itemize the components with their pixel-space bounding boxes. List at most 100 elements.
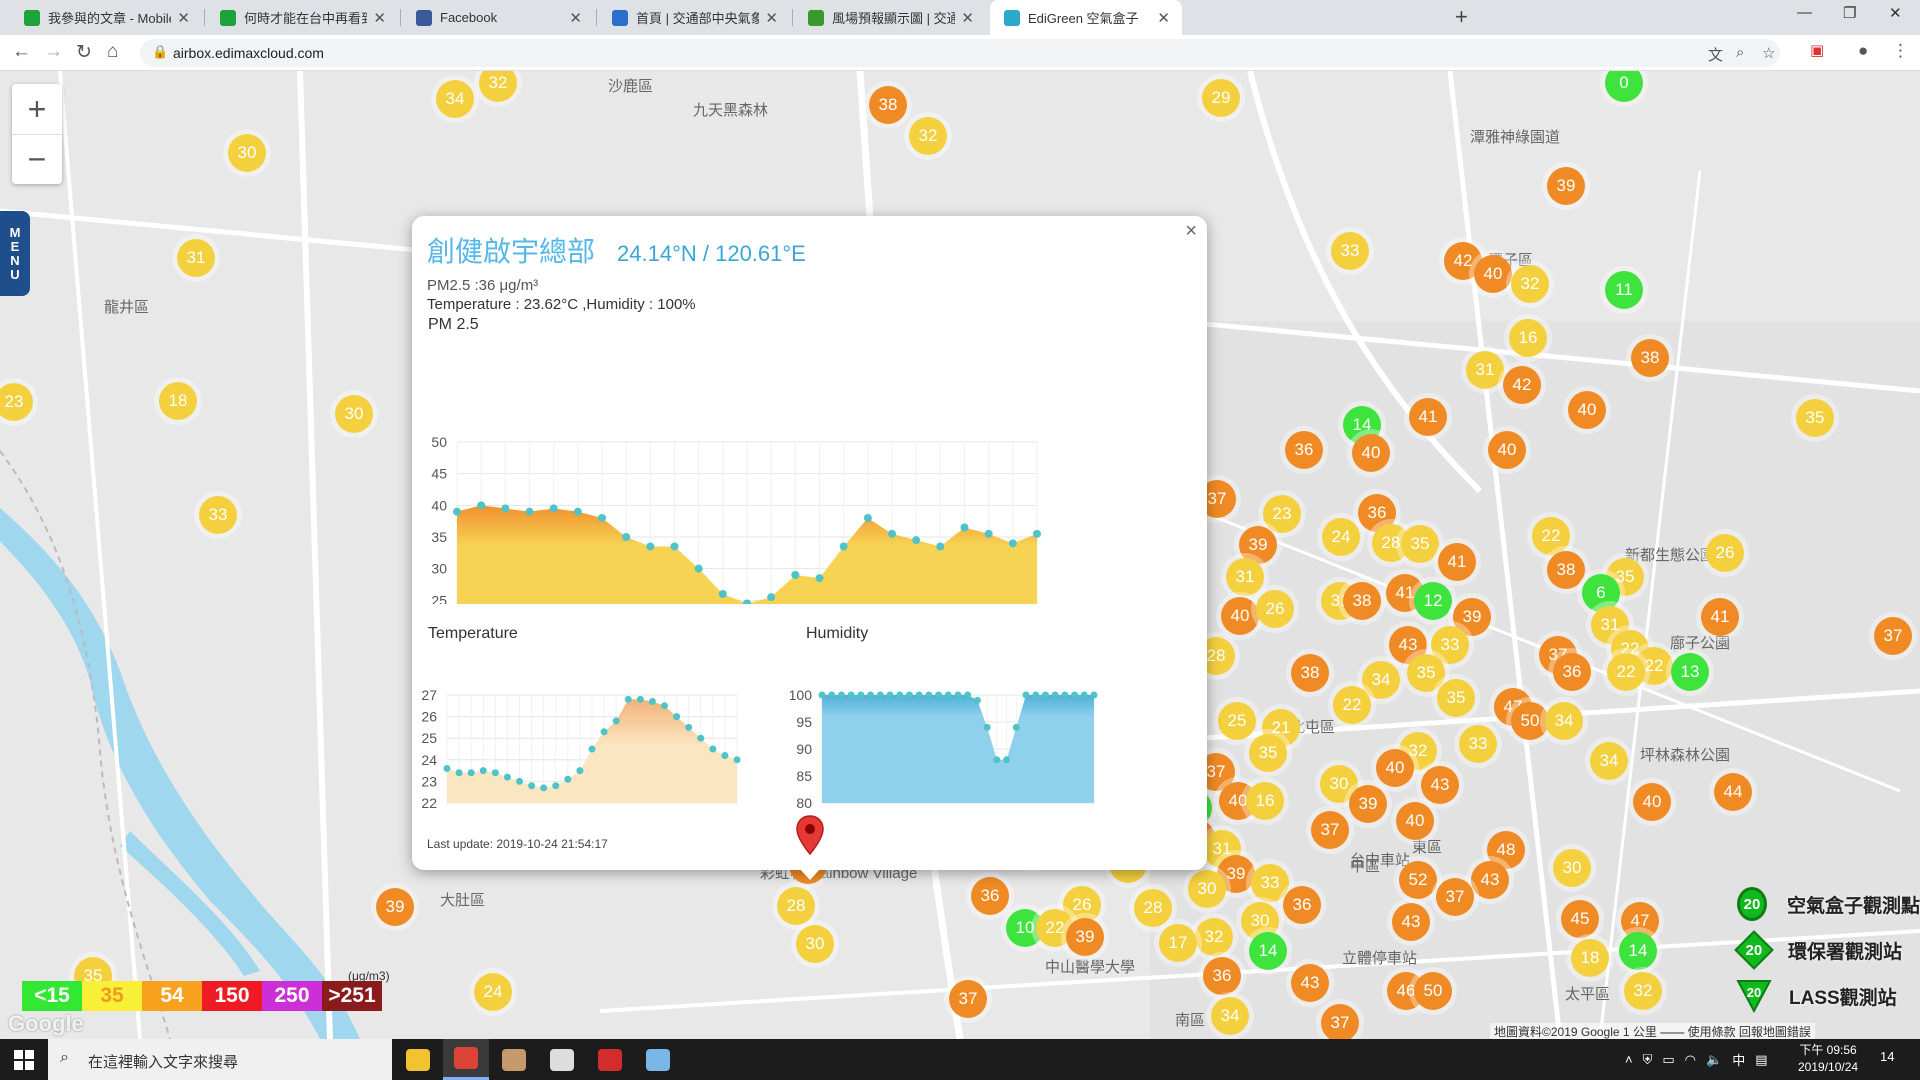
data-point[interactable] — [1022, 691, 1030, 699]
airbox-marker[interactable]: 43 — [1421, 766, 1459, 804]
browser-tab[interactable]: EdiGreen 空氣盒子 ✕ — [990, 0, 1182, 35]
data-point[interactable] — [516, 777, 523, 785]
reload-icon[interactable]: ↻ — [76, 41, 92, 64]
data-point[interactable] — [954, 691, 962, 699]
translate-icon[interactable]: 文 — [1708, 44, 1723, 65]
airbox-marker[interactable]: 33 — [1459, 725, 1497, 763]
data-point[interactable] — [896, 691, 904, 699]
data-point[interactable] — [721, 751, 729, 759]
data-point[interactable] — [828, 691, 836, 699]
data-point[interactable] — [549, 504, 558, 513]
start-button[interactable] — [14, 1050, 34, 1070]
airbox-marker[interactable]: 37 — [1436, 878, 1474, 916]
data-point[interactable] — [886, 691, 894, 699]
airbox-marker[interactable]: 34 — [1211, 997, 1249, 1035]
data-point[interactable] — [847, 691, 855, 699]
airbox-marker[interactable]: 38 — [869, 86, 907, 124]
airbox-marker[interactable]: 35 — [1401, 525, 1439, 563]
airbox-marker[interactable]: 42 — [1503, 366, 1541, 404]
airbox-marker[interactable]: 22 — [1333, 686, 1371, 724]
airbox-marker[interactable]: 16 — [1246, 782, 1284, 820]
home-icon[interactable]: ⌂ — [107, 41, 118, 63]
data-point[interactable] — [648, 697, 656, 705]
data-point[interactable] — [915, 691, 923, 699]
data-point[interactable] — [935, 691, 943, 699]
ime-indicator[interactable]: 中 — [1732, 1050, 1745, 1069]
data-point[interactable] — [455, 769, 463, 777]
data-point[interactable] — [863, 514, 872, 522]
zoom-in-button[interactable]: + — [12, 84, 62, 134]
airbox-marker[interactable]: 37 — [949, 980, 987, 1018]
address-bar[interactable]: 🔒 airbox.edimaxcloud.com 文 ⌕ ☆ — [140, 39, 1780, 67]
airbox-marker[interactable]: 40 — [1633, 783, 1671, 821]
airbox-marker[interactable]: 36 — [1203, 957, 1241, 995]
airbox-marker[interactable]: 39 — [1066, 918, 1104, 956]
airbox-marker[interactable]: 41 — [1409, 398, 1447, 436]
zoom-out-button[interactable]: − — [12, 134, 62, 184]
taskbar-search[interactable]: ⌕ 在這裡輸入文字來搜尋 — [48, 1039, 392, 1080]
airbox-marker[interactable]: 32 — [1511, 265, 1549, 303]
airbox-marker[interactable]: 30 — [1188, 870, 1226, 908]
data-point[interactable] — [622, 533, 631, 541]
close-tab-icon[interactable]: ✕ — [569, 9, 582, 27]
data-point[interactable] — [1032, 691, 1040, 699]
airbox-marker[interactable]: 30 — [228, 134, 266, 172]
data-point[interactable] — [453, 507, 461, 516]
data-point[interactable] — [876, 691, 884, 699]
close-tab-icon[interactable]: ✕ — [961, 9, 974, 27]
data-point[interactable] — [624, 695, 632, 703]
airbox-marker[interactable]: 14 — [1249, 932, 1287, 970]
data-point[interactable] — [1071, 691, 1079, 699]
data-point[interactable] — [837, 691, 845, 699]
data-point[interactable] — [718, 590, 727, 598]
data-point[interactable] — [673, 713, 681, 721]
data-point[interactable] — [1080, 691, 1088, 699]
data-point[interactable] — [552, 782, 560, 790]
data-point[interactable] — [670, 542, 679, 551]
airbox-marker[interactable]: 40 — [1488, 431, 1526, 469]
browser-tab[interactable]: 風場預報顯示圖 | 交通部中央氣象 ✕ — [794, 0, 986, 35]
airbox-marker[interactable]: 30 — [1553, 849, 1591, 887]
airbox-marker[interactable]: 32 — [1624, 972, 1662, 1010]
airbox-marker[interactable]: 24 — [474, 973, 512, 1011]
menu-dots-icon[interactable]: ⋮ — [1892, 41, 1909, 61]
taskbar-app-app-rabbit[interactable] — [491, 1039, 537, 1080]
data-point[interactable] — [791, 571, 800, 579]
airbox-marker[interactable]: 43 — [1471, 861, 1509, 899]
airbox-marker[interactable]: 33 — [1251, 864, 1289, 902]
airbox-marker[interactable]: 18 — [1571, 939, 1609, 977]
data-point[interactable] — [925, 691, 933, 699]
airbox-marker[interactable]: 34 — [436, 80, 474, 118]
airbox-marker[interactable]: 52 — [1399, 861, 1437, 899]
data-point[interactable] — [867, 691, 875, 699]
airbox-marker[interactable]: 43 — [1291, 964, 1329, 1002]
airbox-marker[interactable]: 35 — [1796, 399, 1834, 437]
airbox-marker[interactable]: 36 — [971, 877, 1009, 915]
airbox-marker[interactable]: 39 — [376, 888, 414, 926]
data-point[interactable] — [815, 574, 824, 583]
airbox-marker[interactable]: 36 — [1283, 886, 1321, 924]
airbox-marker[interactable]: 32 — [909, 117, 947, 155]
data-point[interactable] — [993, 756, 1001, 764]
data-point[interactable] — [661, 702, 668, 710]
close-tab-icon[interactable]: ✕ — [373, 9, 386, 27]
airbox-marker[interactable]: 28 — [777, 887, 815, 925]
data-point[interactable] — [733, 756, 741, 764]
airbox-marker[interactable]: 50 — [1414, 972, 1452, 1010]
airbox-marker[interactable]: 22 — [1532, 517, 1570, 555]
airbox-marker[interactable]: 33 — [199, 496, 237, 534]
airbox-marker[interactable]: 36 — [1285, 431, 1323, 469]
airbox-marker[interactable]: 31 — [177, 239, 215, 277]
airbox-marker[interactable]: 34 — [1590, 742, 1628, 780]
airbox-marker[interactable]: 40 — [1568, 391, 1606, 429]
keyboard-icon[interactable]: ▤ — [1755, 1052, 1767, 1068]
browser-tab[interactable]: Facebook ✕ — [402, 0, 594, 35]
taskbar-app-file-explorer[interactable] — [395, 1039, 441, 1080]
close-tab-icon[interactable]: ✕ — [1157, 9, 1170, 27]
airbox-marker[interactable]: 25 — [1218, 702, 1256, 740]
menu-button[interactable]: M E N U — [0, 211, 30, 296]
airbox-marker[interactable]: 40 — [1221, 597, 1259, 635]
airbox-marker[interactable]: 11 — [1605, 271, 1643, 309]
data-point[interactable] — [857, 691, 865, 699]
data-point[interactable] — [598, 514, 606, 522]
